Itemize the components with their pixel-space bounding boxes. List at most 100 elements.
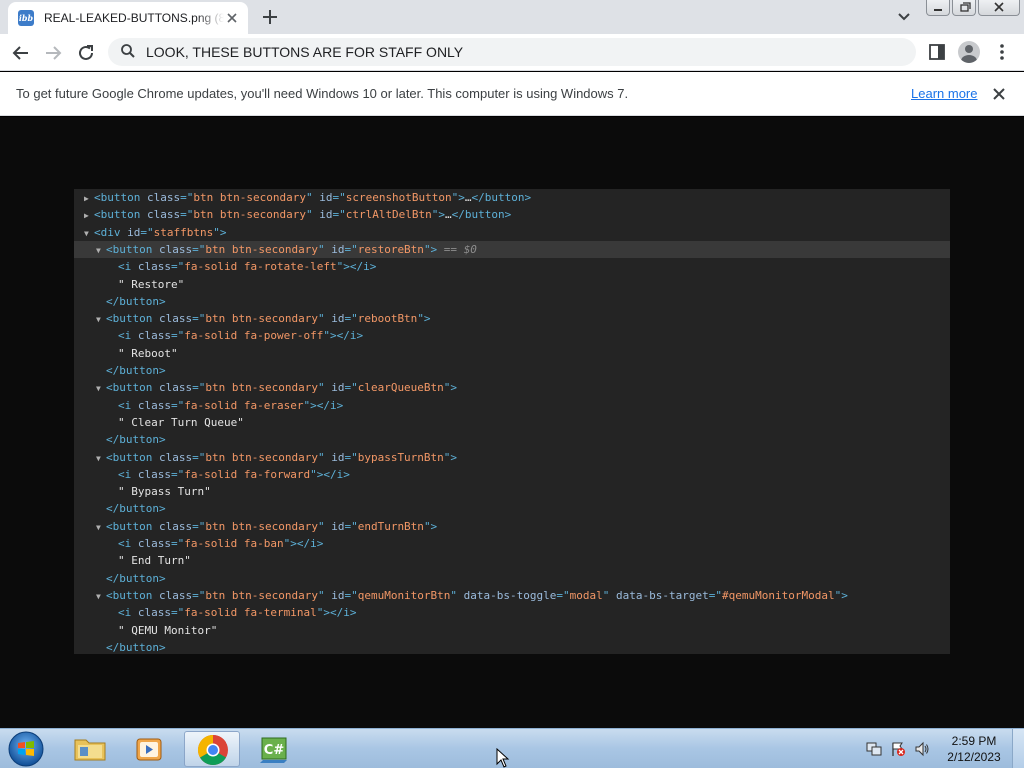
code-token-txt: " Reboot": [118, 346, 178, 360]
code-token-tag: <button: [94, 191, 147, 204]
code-line[interactable]: </button>: [74, 570, 950, 587]
code-token-tag: <button: [106, 312, 159, 326]
expand-arrow-down-icon[interactable]: ▼: [84, 225, 94, 242]
expand-arrow-down-icon[interactable]: ▼: [96, 450, 106, 467]
start-button[interactable]: [6, 730, 46, 768]
code-token-tag: =": [192, 312, 206, 326]
code-token-tag: </button>: [106, 433, 166, 447]
network-icon[interactable]: [866, 741, 882, 757]
code-line[interactable]: <i class="fa-solid fa-terminal"></i>: [74, 604, 950, 621]
svg-text:C#: C#: [264, 743, 285, 758]
code-token-tag: =": [140, 225, 154, 239]
restore-window-button[interactable]: [952, 0, 976, 16]
code-token-val: btn btn-secondary: [205, 312, 318, 326]
code-token-tag: </button>: [451, 208, 512, 222]
volume-icon[interactable]: [914, 741, 930, 757]
new-tab-button[interactable]: [258, 5, 282, 29]
code-token-tag: =": [344, 519, 358, 533]
code-line[interactable]: <i class="fa-solid fa-ban"></i>: [74, 535, 950, 552]
code-line[interactable]: ▼ <button class="btn btn-secondary" id="b…: [74, 449, 950, 466]
code-token-tag: =": [192, 381, 206, 395]
taskbar-media-player[interactable]: [122, 731, 178, 767]
tab-close-icon[interactable]: [224, 10, 240, 26]
code-token-val: screenshotButton: [345, 191, 452, 204]
expand-arrow-right-icon[interactable]: ▶: [84, 207, 94, 224]
taskbar-csharp[interactable]: C#: [246, 731, 302, 767]
code-line[interactable]: ▶ <button class="btn btn-secondary" id="s…: [74, 189, 950, 206]
code-line[interactable]: </button>: [74, 362, 950, 379]
address-bar[interactable]: LOOK, THESE BUTTONS ARE FOR STAFF ONLY: [108, 38, 916, 66]
browser-tab[interactable]: ibb REAL-LEAKED-BUTTONS.png (877×633): [8, 2, 248, 34]
infobar-close-icon[interactable]: [991, 86, 1007, 102]
expand-arrow-down-icon[interactable]: ▼: [96, 242, 106, 259]
code-token-val: btn btn-secondary: [205, 450, 318, 464]
code-token-val: fa-solid fa-rotate-left: [184, 260, 337, 274]
taskbar-clock[interactable]: 2:59 PM 2/12/2023: [936, 733, 1012, 765]
show-desktop-button[interactable]: [1012, 729, 1024, 768]
expand-arrow-right-icon[interactable]: ▶: [84, 190, 94, 207]
code-token-attr: class: [137, 537, 171, 550]
code-line[interactable]: ▼ <div id="staffbtns">: [74, 224, 950, 241]
code-line[interactable]: ▼ <button class="btn btn-secondary" id="r…: [74, 310, 950, 327]
code-token-tag: ">: [443, 381, 458, 395]
code-line[interactable]: " QEMU Monitor": [74, 622, 950, 639]
side-panel-icon[interactable]: [928, 43, 946, 61]
reload-button[interactable]: [73, 40, 99, 66]
code-token-tag: <i: [118, 329, 138, 343]
expand-arrow-down-icon[interactable]: ▼: [96, 588, 106, 605]
code-line[interactable]: </button>: [74, 639, 950, 654]
code-token-tag: ": [450, 588, 464, 602]
action-center-flag-icon[interactable]: [890, 741, 906, 757]
taskbar-explorer[interactable]: [62, 731, 118, 767]
profile-avatar-icon[interactable]: [958, 41, 980, 63]
code-line[interactable]: ▼ <button class="btn btn-secondary" id="q…: [74, 587, 950, 604]
code-line[interactable]: ▼ <button class="btn btn-secondary" id="r…: [74, 240, 950, 259]
code-token-val: staffbtns: [153, 225, 214, 239]
back-button[interactable]: [8, 40, 34, 66]
code-token-tag: </button>: [106, 294, 166, 308]
windows-orb-icon: [8, 731, 44, 767]
tab-strip: ibb REAL-LEAKED-BUTTONS.png (877×633): [0, 0, 1024, 34]
code-token-tag: =": [171, 606, 185, 620]
windows-taskbar: C# 2:59 PM 2/12/2023: [0, 728, 1024, 768]
expand-arrow-down-icon[interactable]: ▼: [96, 311, 106, 328]
code-line[interactable]: " Bypass Turn": [74, 483, 950, 500]
code-line[interactable]: ▶ <button class="btn btn-secondary" id="c…: [74, 206, 950, 223]
browser-toolbar: LOOK, THESE BUTTONS ARE FOR STAFF ONLY: [0, 34, 1024, 71]
expand-arrow-down-icon[interactable]: ▼: [96, 519, 106, 536]
taskbar-chrome[interactable]: [184, 731, 240, 767]
code-line[interactable]: ▼ <button class="btn btn-secondary" id="e…: [74, 518, 950, 535]
code-line[interactable]: " End Turn": [74, 552, 950, 569]
code-token-tag: ">: [423, 242, 438, 256]
code-token-tag: =": [344, 381, 358, 395]
code-line[interactable]: " Clear Turn Queue": [74, 414, 950, 431]
code-token-tag: </button>: [106, 364, 166, 377]
close-window-button[interactable]: [978, 0, 1020, 16]
code-token-attr: data-bs-target: [616, 588, 709, 602]
code-token-attr: class: [158, 450, 193, 464]
code-token-val: modal: [569, 588, 603, 602]
forward-button[interactable]: [40, 40, 66, 66]
code-line[interactable]: <i class="fa-solid fa-eraser"></i>: [74, 397, 950, 414]
search-icon: [120, 43, 136, 62]
minimize-button[interactable]: [926, 0, 950, 16]
code-line[interactable]: <i class="fa-solid fa-power-off"></i>: [74, 327, 950, 344]
code-line[interactable]: " Reboot": [74, 345, 950, 362]
chrome-icon: [197, 735, 228, 766]
expand-arrow-down-icon[interactable]: ▼: [96, 380, 106, 397]
infobar-message: To get future Google Chrome updates, you…: [16, 86, 629, 101]
code-token-tag: <button: [106, 519, 159, 533]
code-line[interactable]: </button>: [74, 500, 950, 517]
code-line[interactable]: <i class="fa-solid fa-rotate-left"></i>: [74, 258, 950, 275]
code-token-tag: <i: [118, 537, 138, 550]
learn-more-link[interactable]: Learn more: [911, 86, 977, 101]
code-token-val: btn btn-secondary: [193, 208, 306, 222]
code-line[interactable]: " Restore": [74, 276, 950, 293]
menu-kebab-icon[interactable]: [994, 42, 1010, 62]
code-line[interactable]: <i class="fa-solid fa-forward"></i>: [74, 466, 950, 483]
code-line[interactable]: </button>: [74, 431, 950, 448]
code-line[interactable]: ▼ <button class="btn btn-secondary" id="c…: [74, 379, 950, 396]
code-line[interactable]: </button>: [74, 293, 950, 310]
code-token-tag: <i: [118, 606, 138, 620]
tab-search-chevron-down-icon[interactable]: [894, 8, 914, 26]
